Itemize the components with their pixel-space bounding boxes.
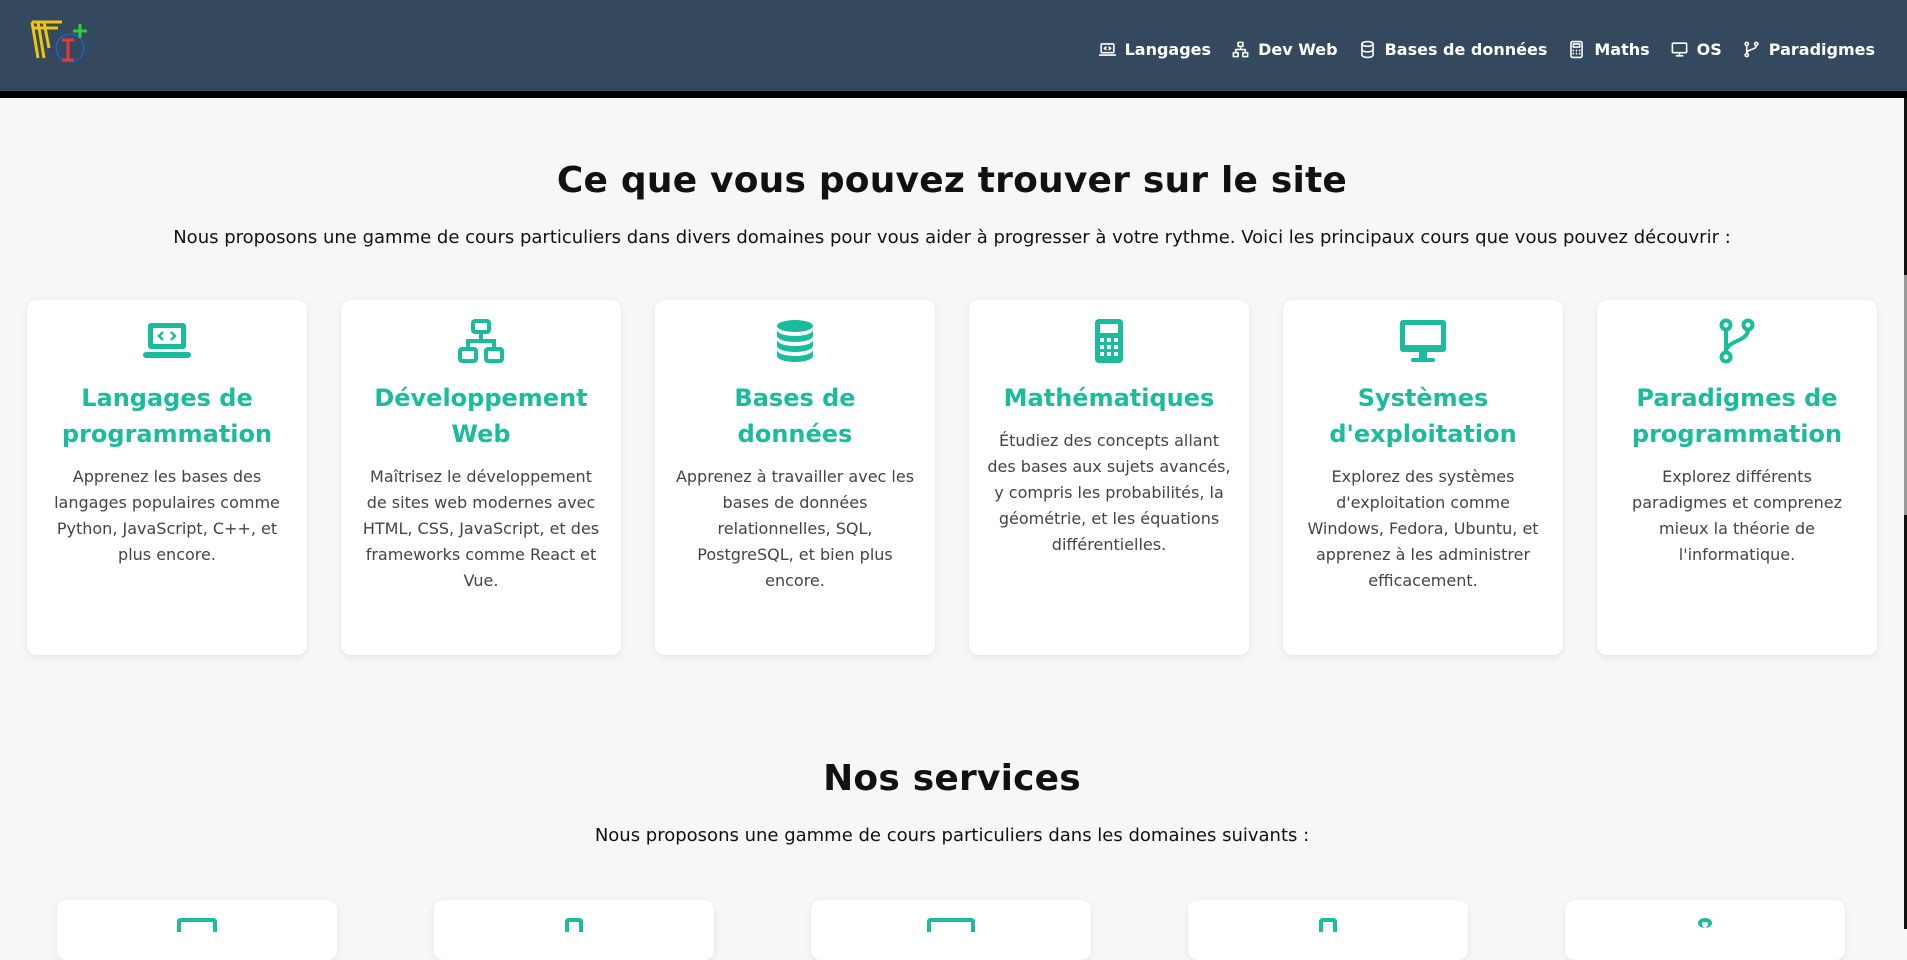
- card-dev-web-title: Développement Web: [374, 384, 588, 448]
- card-bases-de-donnees-title: Bases de données: [734, 384, 856, 448]
- top-navbar: Langages Dev Web Bases de données Maths …: [0, 0, 1907, 98]
- nav-maths[interactable]: Maths: [1567, 39, 1650, 59]
- card-bases-de-donnees-desc: Apprenez à travailler avec les bases de …: [675, 467, 915, 590]
- nav-bases-de-donnees[interactable]: Bases de données: [1358, 39, 1548, 59]
- card-dev-web[interactable]: Développement Web Maîtrisez le développe…: [341, 300, 621, 655]
- service-card[interactable]: [811, 900, 1091, 960]
- service-card[interactable]: [434, 900, 714, 960]
- sitemap-icon: [1232, 41, 1249, 57]
- card-paradigmes[interactable]: Paradigmes de programmation Explorez dif…: [1597, 300, 1877, 655]
- database-icon: [1360, 40, 1374, 58]
- laptop-code-icon: [177, 918, 217, 932]
- intro-title: Ce que vous pouvez trouver sur le site: [556, 160, 1348, 201]
- card-langages-title: Langages de programmation: [61, 384, 273, 448]
- nav-dev-web-label: Dev Web: [1258, 39, 1338, 59]
- card-systemes-desc: Explorez des systèmes d'exploitation com…: [1307, 467, 1539, 590]
- card-paradigmes-desc: Explorez différents paradigmes et compre…: [1632, 467, 1842, 564]
- sitemap-icon: [458, 319, 504, 363]
- sitemap-icon: [565, 918, 583, 932]
- nav-langages[interactable]: Langages: [1098, 40, 1211, 59]
- desktop-icon: [927, 918, 975, 932]
- card-paradigmes-title: Paradigmes de programmation: [1631, 384, 1843, 448]
- gear-icon: [1698, 918, 1712, 928]
- service-card[interactable]: [1188, 900, 1468, 960]
- desktop-icon: [1671, 41, 1688, 57]
- site-logo[interactable]: [28, 18, 92, 68]
- nav-maths-label: Maths: [1594, 39, 1650, 59]
- card-mathematiques[interactable]: Mathématiques Étudiez des concepts allan…: [969, 300, 1249, 655]
- service-card[interactable]: [1565, 900, 1845, 960]
- main-nav: Langages Dev Web Bases de données Maths …: [1098, 0, 1875, 98]
- card-langages-desc: Apprenez les bases des langages populair…: [54, 467, 280, 564]
- laptop-code-icon: [1098, 42, 1116, 56]
- course-cards: Langages de programmation Apprenez les b…: [27, 300, 1877, 655]
- nav-paradigmes-label: Paradigmes: [1768, 39, 1875, 59]
- card-bases-de-donnees[interactable]: Bases de données Apprenez à travailler a…: [655, 300, 935, 655]
- nav-bases-de-donnees-label: Bases de données: [1384, 39, 1548, 59]
- card-systemes[interactable]: Systèmes d'exploitation Explorez des sys…: [1283, 300, 1563, 655]
- intro-lead: Nous proposons une gamme de cours partic…: [173, 227, 1731, 248]
- calculator-icon: [1095, 319, 1123, 363]
- services-lead: Nous proposons une gamme de cours partic…: [594, 825, 1310, 846]
- code-branch-icon: [1744, 41, 1759, 57]
- nav-langages-label: Langages: [1124, 39, 1212, 59]
- card-mathematiques-desc: Étudiez des concepts allant des bases au…: [987, 431, 1231, 554]
- service-card[interactable]: [57, 900, 337, 960]
- nav-dev-web[interactable]: Dev Web: [1231, 40, 1338, 59]
- services-section: Nos services Nous proposons une gamme de…: [0, 758, 1904, 846]
- nav-os-label: OS: [1696, 39, 1722, 59]
- services-title: Nos services: [823, 758, 1081, 799]
- calculator-icon: [1570, 40, 1584, 58]
- code-branch-icon: [1719, 318, 1755, 364]
- service-cards: [57, 900, 1845, 960]
- intro-section: Ce que vous pouvez trouver sur le site N…: [0, 160, 1904, 248]
- card-mathematiques-title: Mathématiques: [1003, 384, 1215, 412]
- calculator-icon: [1319, 918, 1337, 932]
- card-langages[interactable]: Langages de programmation Apprenez les b…: [27, 300, 307, 655]
- desktop-icon: [1400, 320, 1446, 362]
- card-dev-web-desc: Maîtrisez le développement de sites web …: [362, 467, 600, 590]
- nav-os[interactable]: OS: [1670, 40, 1722, 59]
- laptop-code-icon: [143, 323, 191, 358]
- database-icon: [777, 320, 813, 362]
- card-systemes-title: Systèmes d'exploitation: [1329, 384, 1517, 448]
- nav-paradigmes[interactable]: Paradigmes: [1742, 40, 1875, 59]
